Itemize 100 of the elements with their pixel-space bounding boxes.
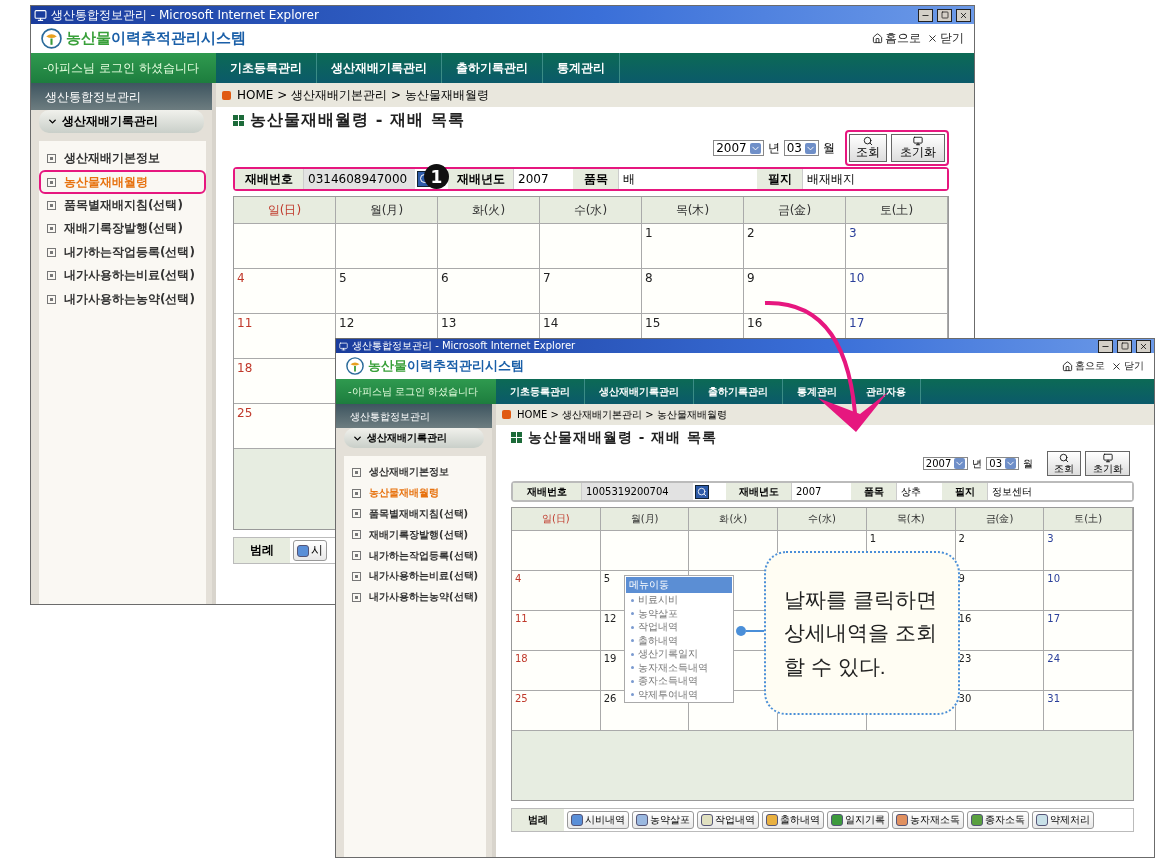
expand-icon xyxy=(47,200,56,210)
menu-item[interactable]: 종자소득내역 xyxy=(626,674,732,688)
legend-button[interactable]: 작업내역 xyxy=(697,811,759,829)
day-number[interactable]: 30 xyxy=(958,693,972,704)
day-number[interactable]: 31 xyxy=(1047,693,1060,704)
sidebar-item[interactable]: 내가하는작업등록(선택) xyxy=(39,240,206,264)
sidebar-section[interactable]: 생산재배기록관리 xyxy=(39,110,204,133)
search-button[interactable]: 조회 xyxy=(849,134,887,162)
legend-button[interactable]: 약제처리 xyxy=(1032,811,1094,829)
day-number[interactable]: 24 xyxy=(1047,653,1060,664)
day-number[interactable]: 2 xyxy=(958,533,965,544)
close-link[interactable]: 닫기 xyxy=(1111,359,1144,373)
menu-item[interactable]: 약제투여내역 xyxy=(626,687,732,701)
menu-item[interactable]: 생산기록일지 xyxy=(626,647,732,661)
legend-button[interactable]: 시비내역 xyxy=(567,811,629,829)
sidebar-item[interactable]: 내가사용하는비료(선택) xyxy=(344,566,486,587)
legend-icon xyxy=(1036,814,1048,826)
sidebar-section[interactable]: 생산재배기록관리 xyxy=(344,428,484,448)
month-select[interactable]: 03 xyxy=(986,457,1019,470)
day-number[interactable]: 7 xyxy=(543,271,551,285)
day-number[interactable]: 8 xyxy=(645,271,653,285)
year-select[interactable]: 2007 xyxy=(922,457,969,470)
reset-button[interactable]: 초기화 xyxy=(1085,451,1130,476)
day-number[interactable]: 17 xyxy=(849,316,865,330)
home-link[interactable]: 홈으로 xyxy=(1062,359,1105,373)
day-number[interactable]: 1 xyxy=(645,226,653,240)
search-button[interactable]: 조회 xyxy=(1047,451,1081,476)
search-button[interactable] xyxy=(695,484,709,499)
close-button[interactable] xyxy=(1136,339,1151,353)
legend-button[interactable]: 농자재소독 xyxy=(892,811,964,829)
input-field[interactable]: 배재배지 xyxy=(802,169,947,189)
day-number[interactable]: 12 xyxy=(339,316,355,330)
legend-button[interactable]: 출하내역 xyxy=(762,811,824,829)
day-number[interactable]: 17 xyxy=(1047,613,1060,624)
maximize-button[interactable] xyxy=(937,8,952,22)
chevron-down-icon xyxy=(47,116,58,127)
day-number[interactable]: 14 xyxy=(543,316,559,330)
day-number[interactable]: 3 xyxy=(1047,533,1054,544)
sidebar-item[interactable]: 재배기록장발행(선택) xyxy=(39,217,206,241)
field-label: 재배년도 xyxy=(726,483,791,500)
day-number[interactable]: 18 xyxy=(515,653,528,664)
menu-item[interactable]: 출하내역 xyxy=(626,633,732,647)
day-number[interactable]: 13 xyxy=(441,316,457,330)
menu-item[interactable]: 농자재소득내역 xyxy=(626,660,732,674)
maximize-icon xyxy=(940,11,949,19)
day-number[interactable]: 4 xyxy=(515,573,522,584)
sidebar-item[interactable]: 내가사용하는농약(선택) xyxy=(344,586,486,608)
day-number[interactable]: 11 xyxy=(237,316,253,330)
day-number[interactable]: 16 xyxy=(747,316,763,330)
day-number[interactable]: 12 xyxy=(603,613,617,624)
legend-button[interactable]: 농약살포 xyxy=(632,811,694,829)
day-number[interactable]: 5 xyxy=(339,271,347,285)
day-number[interactable]: 2 xyxy=(747,226,755,240)
legend-button[interactable]: 일지기록 xyxy=(827,811,889,829)
day-number[interactable]: 25 xyxy=(237,406,253,420)
maximize-button[interactable] xyxy=(1117,339,1132,353)
day-number[interactable]: 15 xyxy=(645,316,661,330)
legend-icon xyxy=(971,814,983,826)
year-select[interactable]: 2007 xyxy=(713,140,764,156)
menu-item[interactable]: 농약살포 xyxy=(626,606,732,620)
legend-icon xyxy=(701,814,713,826)
day-number[interactable]: 1 xyxy=(869,533,877,544)
sidebar-item[interactable]: 재배기록장발행(선택) xyxy=(344,524,486,546)
legend-button[interactable]: 종자소독 xyxy=(967,811,1029,829)
sidebar-item[interactable]: 내가하는작업등록(선택) xyxy=(344,545,486,566)
minimize-button[interactable] xyxy=(1098,339,1113,353)
day-number[interactable]: 19 xyxy=(603,653,617,664)
month-select[interactable]: 03 xyxy=(783,140,819,156)
day-number[interactable]: 10 xyxy=(849,271,865,285)
sidebar-item[interactable]: 생산재배기본정보 xyxy=(39,147,206,171)
sidebar-item[interactable]: 품목별재배지침(선택) xyxy=(39,193,206,218)
day-number[interactable]: 5 xyxy=(603,573,611,584)
input-field[interactable]: 0314608947000 xyxy=(303,169,415,189)
expand-icon xyxy=(47,247,56,257)
reset-button[interactable]: 초기화 xyxy=(891,134,945,162)
day-number[interactable]: 25 xyxy=(515,693,528,704)
expand-icon xyxy=(352,592,361,602)
day-number[interactable]: 4 xyxy=(237,271,245,285)
menu-item[interactable]: 비료시비 xyxy=(626,593,732,607)
close-button[interactable] xyxy=(956,8,971,22)
day-number[interactable]: 3 xyxy=(849,226,857,240)
legend-button[interactable]: 시 xyxy=(293,540,327,561)
day-number[interactable]: 26 xyxy=(603,693,617,704)
day-number[interactable]: 11 xyxy=(515,613,528,624)
input-field[interactable]: 정보센터 xyxy=(987,483,1132,500)
day-number[interactable]: 6 xyxy=(441,271,449,285)
minimize-button[interactable] xyxy=(918,8,933,22)
close-link[interactable]: 닫기 xyxy=(927,30,964,47)
day-number[interactable]: 18 xyxy=(237,361,253,375)
menu-item[interactable]: 작업내역 xyxy=(626,620,732,634)
sidebar-item[interactable]: 내가사용하는농약(선택) xyxy=(39,287,206,311)
day-number[interactable]: 9 xyxy=(747,271,755,285)
sidebar-item[interactable]: 품목별재배지침(선택) xyxy=(344,503,486,525)
search-icon xyxy=(697,486,707,497)
day-number[interactable]: 10 xyxy=(1047,573,1060,584)
sidebar-item[interactable]: 생산재배기본정보 xyxy=(344,462,486,483)
sidebar-item[interactable]: 내가사용하는비료(선택) xyxy=(39,263,206,288)
weekday-header: 일(日) xyxy=(512,508,601,531)
input-field[interactable]: 1005319200704 xyxy=(581,483,693,500)
home-link[interactable]: 홈으로 xyxy=(872,30,921,47)
